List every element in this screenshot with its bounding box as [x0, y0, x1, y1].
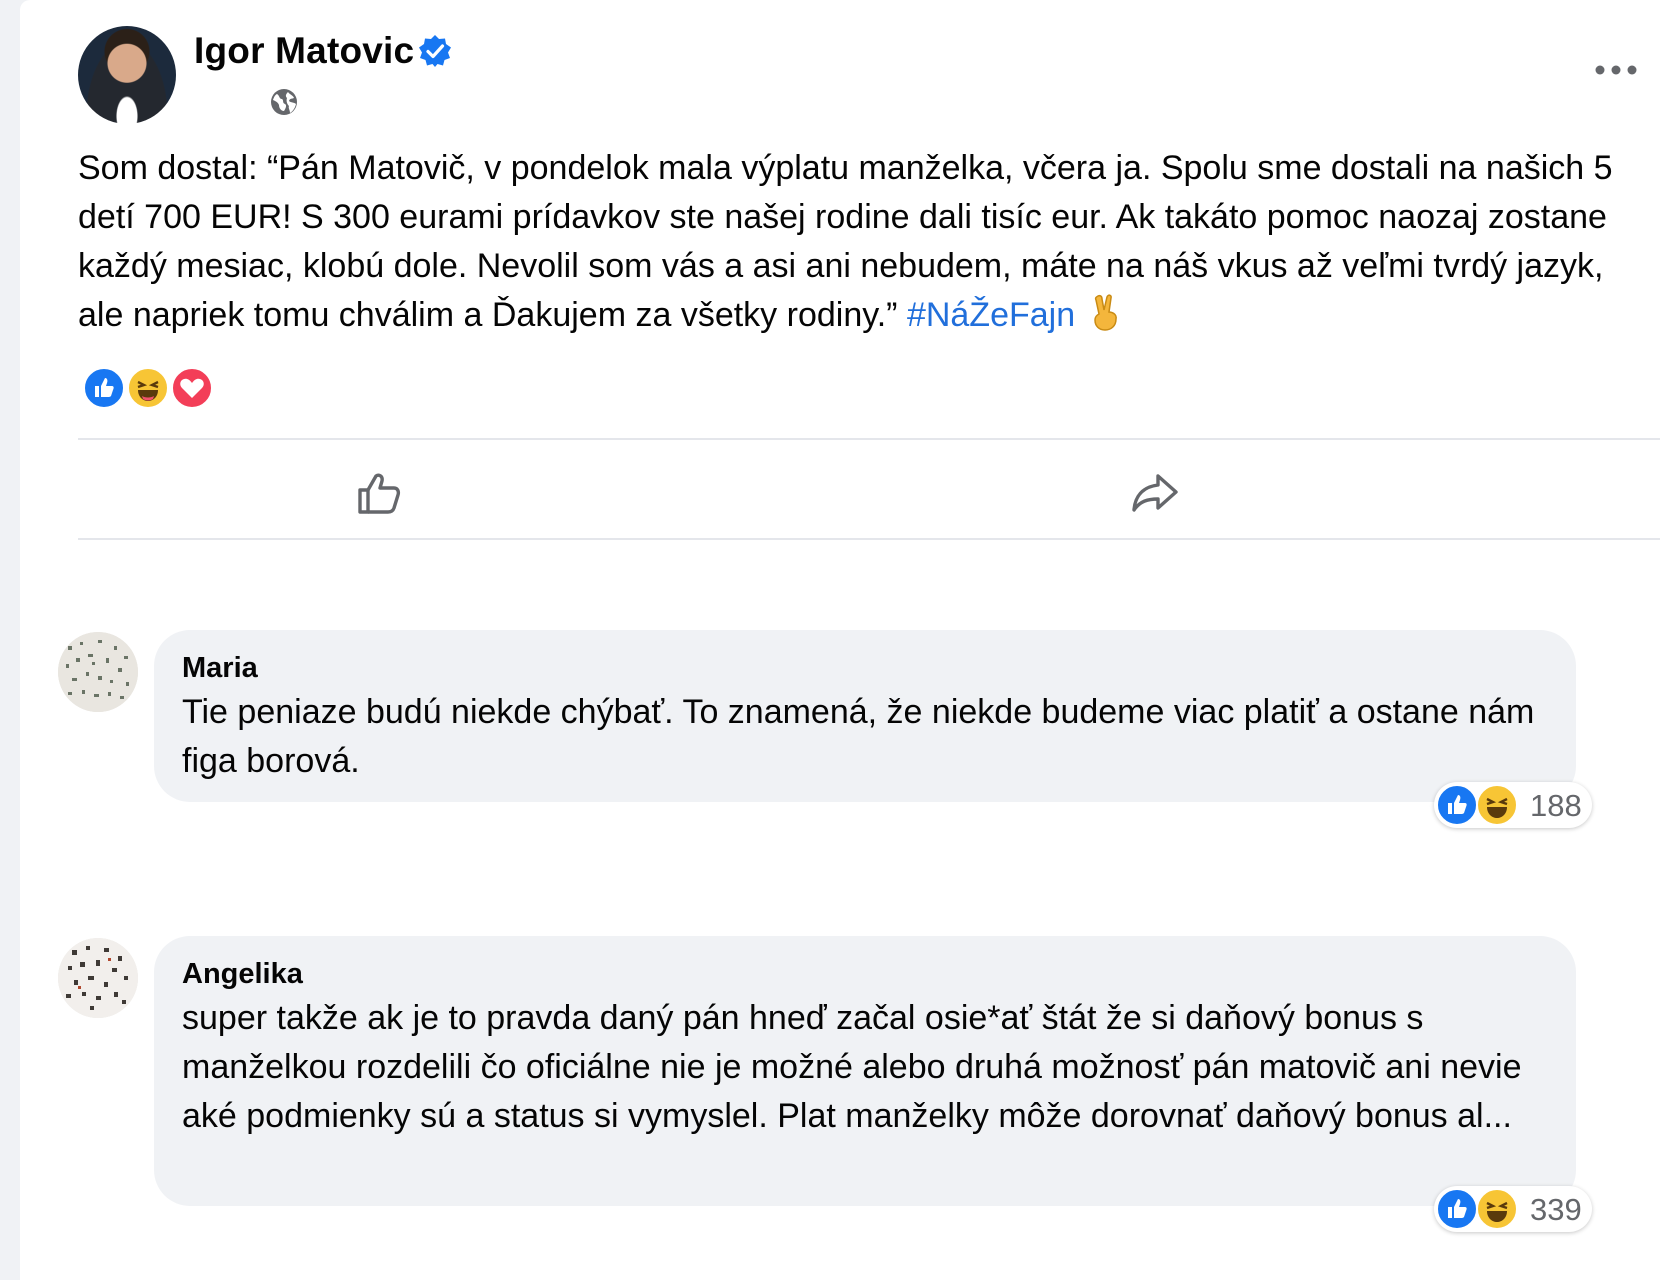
more-options-icon[interactable] — [1594, 62, 1638, 78]
comment-text: Tie peniaze budú niekde chýbať. To zname… — [182, 693, 1535, 780]
comment-bubble: Angelika super takže ak je to pravda dan… — [154, 936, 1576, 1206]
globe-icon — [271, 89, 297, 115]
share-icon[interactable] — [1130, 470, 1180, 516]
like-reaction-icon — [1436, 784, 1478, 826]
commenter-name[interactable]: Maria — [182, 650, 1548, 686]
comment-reaction-count: 339 — [1530, 1192, 1582, 1227]
comment-bubble: Maria Tie peniaze budú niekde chýbať. To… — [154, 630, 1576, 802]
haha-reaction-icon — [1476, 1188, 1518, 1230]
author-avatar[interactable] — [78, 26, 176, 124]
comment-reaction-summary[interactable]: 339 — [1434, 1186, 1592, 1232]
love-reaction-icon — [170, 366, 214, 410]
commenter-avatar[interactable] — [58, 632, 138, 712]
comment-text: super takže ak je to pravda daný pán hne… — [182, 999, 1522, 1135]
haha-reaction-icon — [1476, 784, 1518, 826]
comment-reaction-count: 188 — [1530, 788, 1582, 823]
comment-reaction-summary[interactable]: 188 — [1434, 782, 1592, 828]
like-reaction-icon — [1436, 1188, 1478, 1230]
like-reaction-icon — [82, 366, 126, 410]
divider-bottom — [78, 538, 1660, 540]
post-body: Som dostal: “Pán Matovič, v pondelok mal… — [78, 144, 1658, 340]
divider-top — [78, 438, 1660, 440]
like-icon[interactable] — [354, 468, 404, 518]
hashtag-link[interactable]: #NáŽeFajn — [907, 296, 1075, 334]
post-text: Som dostal: “Pán Matovič, v pondelok mal… — [78, 149, 1613, 334]
verified-badge-icon — [419, 35, 451, 67]
haha-reaction-icon — [126, 366, 170, 410]
commenter-avatar[interactable] — [58, 938, 138, 1018]
victory-hand-emoji-icon — [1093, 294, 1117, 331]
post-card: Igor Matovic Som dostal: “Pán Matovič, v… — [20, 0, 1680, 1280]
commenter-name[interactable]: Angelika — [182, 956, 1548, 992]
author-name[interactable]: Igor Matovic — [194, 30, 414, 72]
